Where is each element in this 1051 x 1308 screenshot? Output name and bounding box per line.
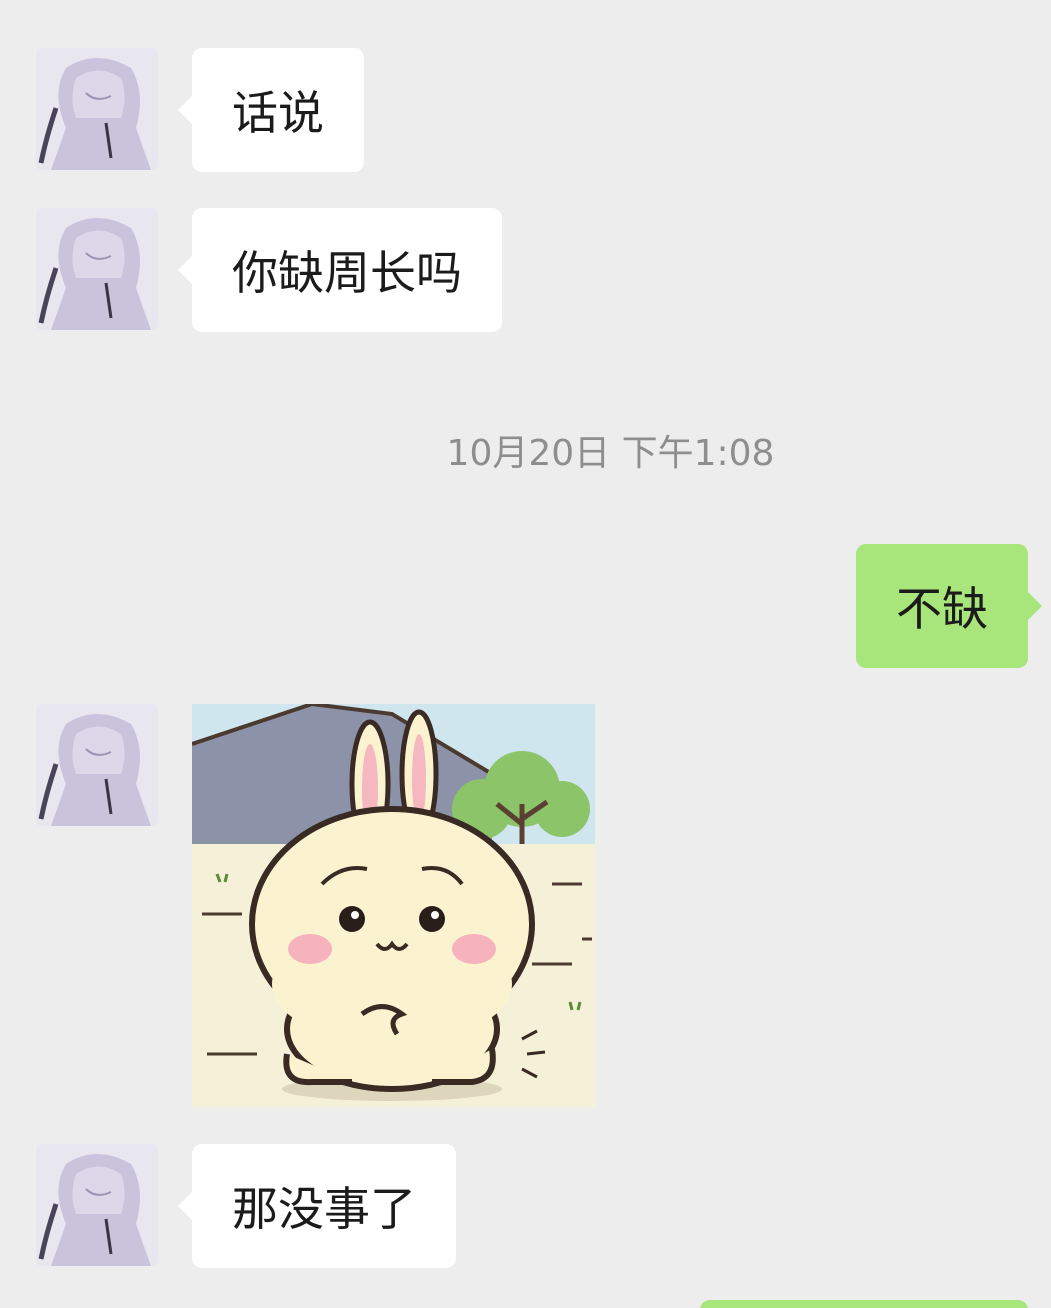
bunny-sticker-icon <box>192 704 595 1107</box>
contact-avatar[interactable] <box>36 704 158 826</box>
chat-view: 话说 你缺周长吗 10月20日 下午1:08 不缺 那没事了 <box>0 0 1051 1308</box>
message-bubble-incoming[interactable]: 那没事了 <box>178 1144 456 1268</box>
contact-avatar[interactable] <box>36 48 158 170</box>
contact-avatar[interactable] <box>36 208 158 330</box>
message-text: 那没事了 <box>232 1182 416 1236</box>
message-text: 你缺周长吗 <box>232 246 462 300</box>
message-bubble-outgoing-partial[interactable] <box>700 1300 1028 1308</box>
message-text: 话说 <box>232 86 324 140</box>
anime-avatar-icon <box>36 1144 158 1266</box>
contact-avatar[interactable] <box>36 1144 158 1266</box>
message-bubble-incoming[interactable]: 你缺周长吗 <box>178 208 502 332</box>
anime-avatar-icon <box>36 48 158 170</box>
sticker-message[interactable] <box>192 704 595 1107</box>
message-text: 不缺 <box>896 582 988 636</box>
message-timestamp: 10月20日 下午1:08 <box>446 433 775 474</box>
anime-avatar-icon <box>36 704 158 826</box>
message-bubble-incoming[interactable]: 话说 <box>178 48 364 172</box>
message-bubble-outgoing[interactable]: 不缺 <box>856 544 1042 668</box>
anime-avatar-icon <box>36 208 158 330</box>
